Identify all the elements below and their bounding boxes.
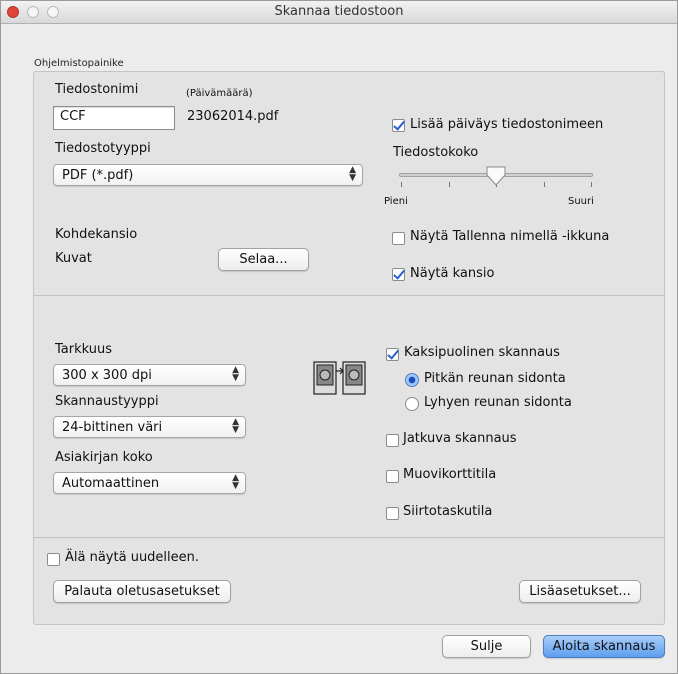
resolution-value: 300 x 300 dpi	[62, 368, 152, 383]
date-hint-label: (Päivämäärä)	[186, 88, 253, 99]
long-edge-radio[interactable]	[405, 373, 419, 387]
file-type-label: Tiedostotyyppi	[55, 141, 151, 156]
dont-show-again-label: Älä näytä uudelleen.	[65, 550, 200, 565]
document-size-value: Automaattinen	[62, 476, 160, 491]
duplex-checkbox[interactable]	[386, 348, 399, 361]
select-arrows-icon: ▲ ▼	[349, 165, 356, 183]
duplex-pages-icon	[313, 361, 366, 395]
destination-folder-label: Kohdekansio	[55, 227, 138, 242]
title-bar[interactable]: Skannaa tiedostoon	[1, 1, 677, 24]
scan-type-select[interactable]: 24-bittinen väri ▲ ▼	[53, 416, 246, 438]
file-type-value: PDF (*.pdf)	[62, 168, 134, 183]
slider-tick	[544, 182, 545, 187]
short-edge-label: Lyhyen reunan sidonta	[424, 395, 572, 410]
document-size-label: Asiakirjan koko	[55, 450, 153, 465]
file-size-label: Tiedostokoko	[393, 145, 479, 160]
show-save-as-checkbox[interactable]	[392, 232, 405, 245]
restore-defaults-button[interactable]: Palauta oletusasetukset	[53, 580, 231, 603]
file-size-min-label: Pieni	[384, 196, 408, 207]
destination-folder-value: Kuvat	[55, 251, 92, 266]
select-arrows-icon: ▲ ▼	[232, 365, 239, 383]
short-edge-radio[interactable]	[405, 397, 419, 411]
select-arrows-icon: ▲ ▼	[232, 473, 239, 491]
add-date-label: Lisää päiväys tiedostonimeen	[410, 117, 604, 132]
continuous-scan-label: Jatkuva skannaus	[403, 431, 517, 446]
window-title: Skannaa tiedostoon	[274, 4, 404, 19]
date-filename-value: 23062014.pdf	[187, 109, 279, 124]
slider-tick	[591, 182, 592, 187]
duplex-label: Kaksipuolinen skannaus	[404, 345, 560, 360]
scan-type-label: Skannaustyyppi	[55, 394, 159, 409]
slider-tick	[401, 182, 402, 187]
show-folder-checkbox[interactable]	[392, 268, 405, 281]
plastic-card-label: Muovikorttitila	[403, 467, 497, 482]
resolution-select[interactable]: 300 x 300 dpi ▲ ▼	[53, 364, 246, 386]
section-divider	[34, 295, 664, 296]
advanced-settings-button[interactable]: Lisäasetukset...	[519, 580, 641, 603]
close-button[interactable]: Sulje	[442, 635, 531, 658]
file-type-select[interactable]: PDF (*.pdf) ▲ ▼	[53, 164, 363, 186]
browse-button[interactable]: Selaa...	[218, 248, 309, 271]
slider-tick	[449, 182, 450, 187]
carrier-sheet-label: Siirtotaskutila	[403, 504, 493, 519]
file-size-max-label: Suuri	[568, 196, 594, 207]
select-arrows-icon: ▲ ▼	[232, 417, 239, 435]
document-size-select[interactable]: Automaattinen ▲ ▼	[53, 472, 246, 494]
slider-thumb-icon[interactable]	[485, 165, 507, 187]
long-edge-label: Pitkän reunan sidonta	[424, 371, 566, 386]
carrier-sheet-checkbox[interactable]	[386, 507, 399, 520]
file-name-label: Tiedostonimi	[55, 82, 139, 97]
continuous-scan-checkbox[interactable]	[386, 434, 399, 447]
resolution-label: Tarkkuus	[55, 342, 113, 357]
section-divider	[34, 537, 664, 538]
start-scan-button[interactable]: Aloita skannaus	[543, 635, 665, 658]
show-folder-label: Näytä kansio	[410, 266, 495, 281]
plastic-card-checkbox[interactable]	[386, 470, 399, 483]
add-date-checkbox[interactable]	[392, 119, 405, 132]
dont-show-again-checkbox[interactable]	[47, 553, 60, 566]
group-label: Ohjelmistopainike	[34, 58, 124, 69]
show-save-as-label: Näytä Tallenna nimellä -ikkuna	[410, 229, 610, 244]
file-name-input[interactable]: CCF	[53, 106, 175, 130]
scan-type-value: 24-bittinen väri	[62, 420, 163, 435]
